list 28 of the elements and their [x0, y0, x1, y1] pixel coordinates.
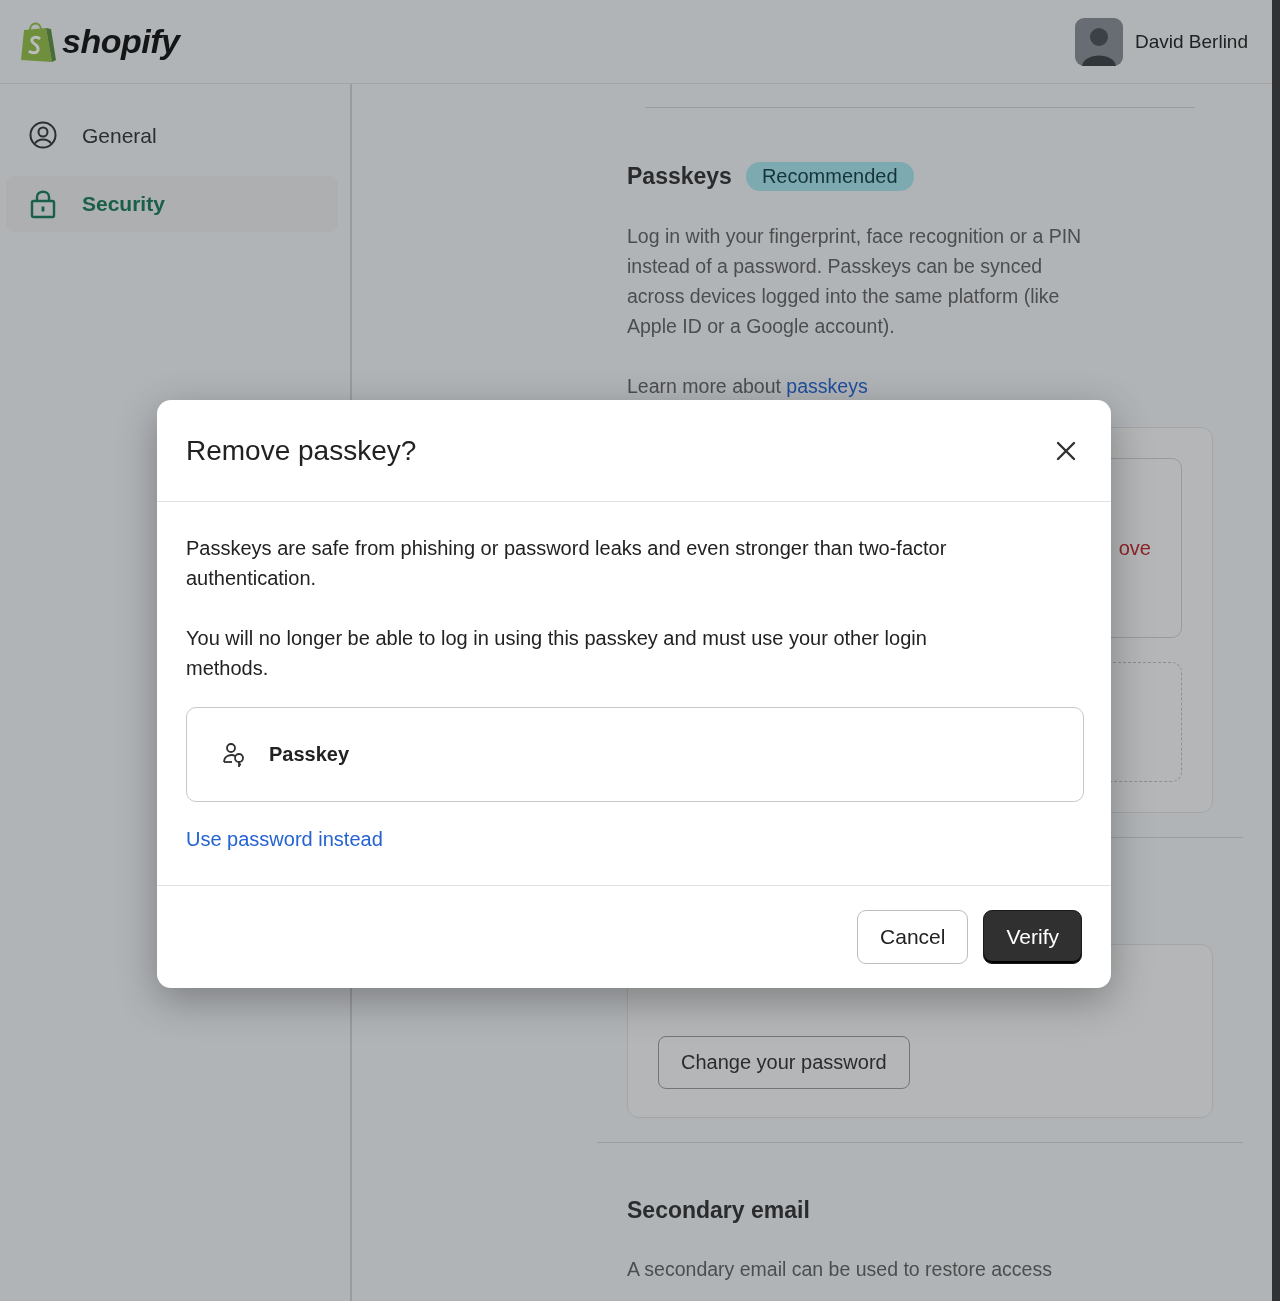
- sidebar-item[interactable]: General: [6, 108, 338, 164]
- learn-more-text: Learn more about passkeys: [627, 374, 869, 399]
- passkey-option[interactable]: Passkey: [186, 707, 1084, 802]
- dialog-title: Remove passkey?: [186, 434, 417, 467]
- close-icon: [1056, 440, 1076, 461]
- close-button[interactable]: [1055, 439, 1077, 462]
- profile-icon: [28, 121, 58, 151]
- passkeys-link[interactable]: passkeys: [786, 375, 868, 397]
- verify-button[interactable]: Verify: [983, 910, 1082, 964]
- change-password-button[interactable]: Change your password: [658, 1036, 910, 1089]
- recommended-badge: Recommended: [745, 162, 914, 191]
- user-name: David Berlind: [1135, 30, 1248, 53]
- passkey-label: Passkey: [269, 743, 350, 766]
- dialog-text: Passkeys are safe from phishing or password leaks and even stronger than two-factor authentication.: [186, 536, 948, 591]
- section-title: Secondary email: [627, 1197, 811, 1224]
- shopping-bag-icon: [18, 19, 56, 64]
- remove-link[interactable]: ove: [1118, 536, 1151, 560]
- section-title: Passkeys: [627, 163, 732, 190]
- cancel-button[interactable]: Cancel: [857, 910, 969, 964]
- logo-wordmark: shopify: [62, 22, 180, 61]
- lock-icon: [28, 189, 58, 219]
- person-key-icon: [221, 741, 247, 768]
- section-description: Log in with your fingerprint, face recognition or a PIN instead of a password. Passkeys can be synced across devices logged into the same platform (like Apple ID or a Google account).: [627, 224, 1083, 339]
- user-avatar: [1075, 17, 1123, 66]
- section-description: A secondary email can be used to restore access: [627, 1257, 1053, 1282]
- use-password-link[interactable]: Use password instead: [186, 828, 383, 851]
- sidebar-item[interactable]: Security: [6, 176, 338, 232]
- dialog-text: You will no longer be able to log in using this passkey and must use your other login methods.: [186, 626, 928, 681]
